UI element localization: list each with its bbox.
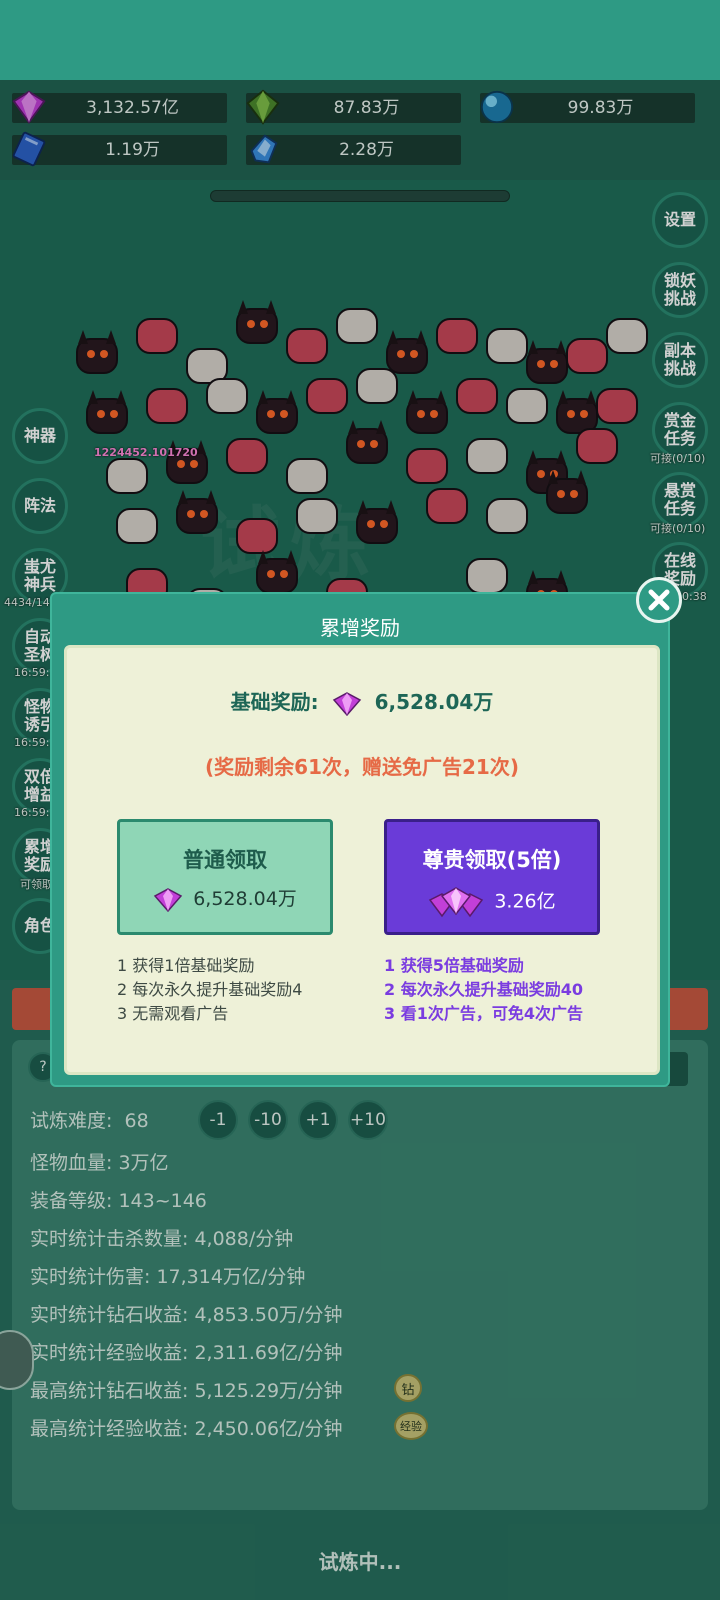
normal-claim-amount: 6,528.04万	[120, 884, 330, 913]
premium-desc-3: 3 看1次广告，可免4次广告	[384, 1004, 583, 1023]
premium-claim-amount: 3.26亿	[387, 886, 597, 918]
dialog-title: 累增奖励	[320, 616, 400, 640]
status-bar	[0, 0, 720, 80]
normal-desc-3: 3 无需观看广告	[117, 1004, 229, 1023]
normal-desc-1: 1 获得1倍基础奖励	[117, 956, 255, 975]
dialog-body: 基础奖励: 6,528.04万 (奖励剩余61次，赠送免广告21次) 普通领取 …	[64, 645, 660, 1075]
diamond-icon	[332, 691, 361, 716]
remaining-count-text: (奖励剩余61次，赠送免广告21次)	[205, 755, 519, 779]
premium-desc-1: 1 获得5倍基础奖励	[384, 956, 524, 975]
close-button[interactable]	[636, 577, 682, 623]
cumulative-reward-dialog: 累增奖励 基础奖励: 6,528.04万 (奖励剩余61次，赠送免广告21次) …	[50, 592, 670, 1087]
normal-claim-button[interactable]: 普通领取 6,528.04万	[117, 819, 333, 935]
normal-claim-title: 普通领取	[183, 848, 267, 872]
normal-desc-2: 2 每次永久提升基础奖励4	[117, 980, 303, 999]
premium-claim-button[interactable]: 尊贵领取(5倍) 3.26亿	[384, 819, 600, 935]
base-reward-label: 基础奖励:	[230, 690, 319, 714]
base-reward-value: 6,528.04万	[374, 690, 494, 714]
premium-desc-2: 2 每次永久提升基础奖励40	[384, 980, 583, 999]
close-icon	[648, 589, 670, 611]
diamond-pile-icon	[429, 887, 484, 918]
premium-claim-title: 尊贵领取(5倍)	[422, 848, 562, 872]
base-reward: 基础奖励: 6,528.04万	[67, 686, 657, 717]
diamond-icon	[154, 887, 183, 912]
